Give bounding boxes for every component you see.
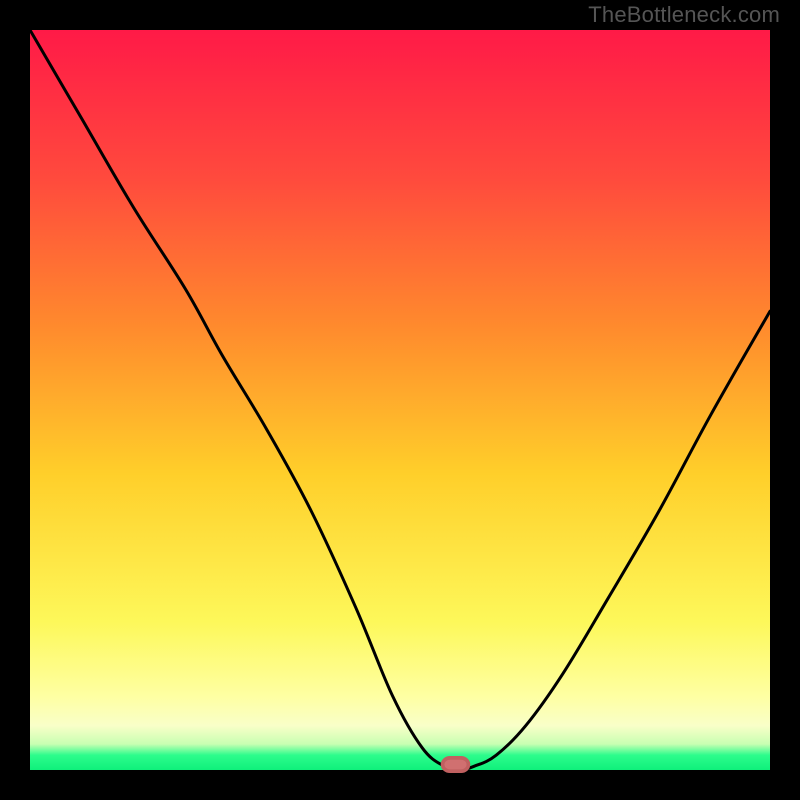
optimal-marker: [443, 758, 469, 771]
chart-frame: TheBottleneck.com: [0, 0, 800, 800]
plot-area: [30, 30, 770, 770]
bottleneck-curve: [30, 30, 770, 770]
watermark-text: TheBottleneck.com: [588, 2, 780, 28]
curve-layer: [30, 30, 770, 770]
